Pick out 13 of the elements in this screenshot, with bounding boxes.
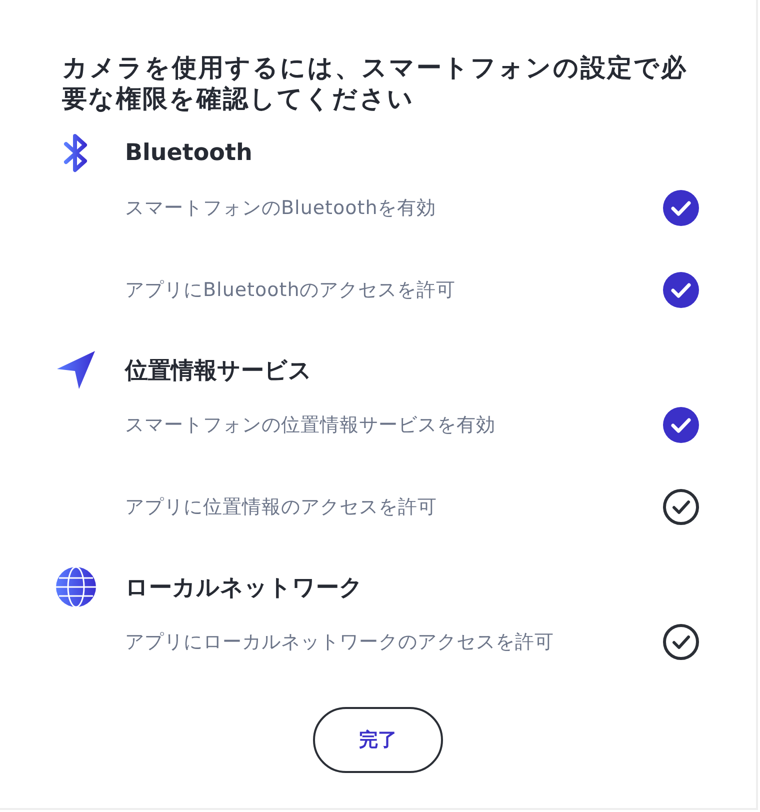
- location-arrow-icon: [55, 349, 97, 391]
- globe-icon: [55, 566, 97, 608]
- done-button[interactable]: 完了: [313, 707, 443, 773]
- dialog-title: カメラを使用するには、スマートフォンの設定で必要な権限を確認してください: [62, 52, 688, 114]
- permission-label: アプリに位置情報のアクセスを許可: [125, 494, 438, 520]
- permission-label: アプリにBluetoothのアクセスを許可: [125, 278, 457, 302]
- section-heading: ローカルネットワーク: [125, 574, 363, 602]
- permission-label: スマートフォンの位置情報サービスを有効: [125, 412, 496, 438]
- permission-label: スマートフォンのBluetoothを有効: [125, 196, 438, 220]
- section-heading: Bluetooth: [125, 140, 252, 166]
- permission-label: アプリにローカルネットワークのアクセスを許可: [125, 630, 555, 654]
- bluetooth-icon: [63, 133, 89, 173]
- section-heading: 位置情報サービス: [125, 356, 312, 386]
